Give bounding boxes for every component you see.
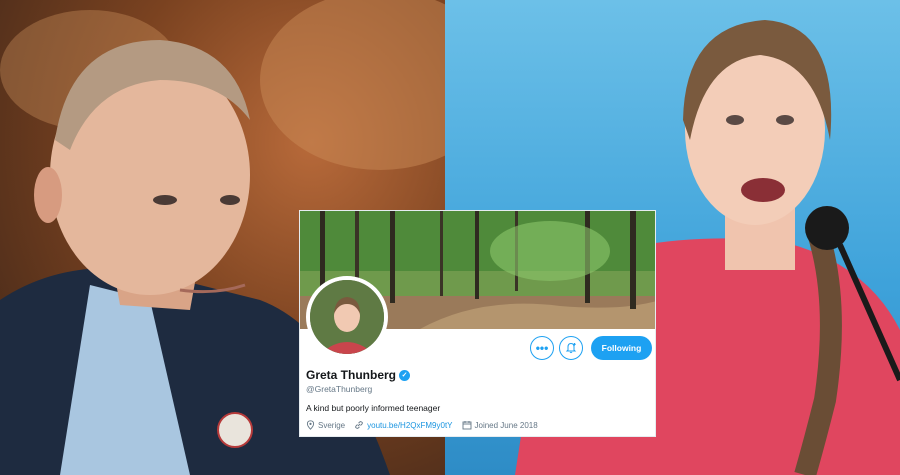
more-icon: ••• [535,341,549,355]
location-text: Sverige [318,420,346,430]
website-item[interactable]: youtu.be/H2QxFM9y0tY [354,420,453,430]
location-item: Sverige [306,420,345,430]
profile-avatar[interactable] [306,276,388,358]
calendar-icon [462,421,471,430]
avatar-image [310,280,384,354]
more-options-button[interactable]: ••• [530,336,554,360]
notifications-button[interactable] [559,336,583,360]
bell-plus-icon [565,342,577,354]
joined-item: Joined June 2018 [462,420,538,430]
link-icon [355,421,363,429]
user-handle: @GretaThunberg [306,384,373,394]
name-row: Greta Thunberg ✓ [306,368,411,382]
profile-bio: A kind but poorly informed teenager [306,403,441,413]
location-pin-icon [306,420,315,430]
following-button[interactable]: Following [591,336,652,360]
display-name: Greta Thunberg [306,368,397,382]
profile-meta: Sverige youtu.be/H2QxFM9y0tY Joined June… [306,420,547,430]
joined-date: Joined June 2018 [474,420,538,430]
twitter-profile-card: ••• Following Greta Thunberg ✓ @GretaThu… [299,210,656,437]
verified-badge-icon: ✓ [399,369,411,381]
website-link[interactable]: youtu.be/H2QxFM9y0tY [367,421,452,430]
